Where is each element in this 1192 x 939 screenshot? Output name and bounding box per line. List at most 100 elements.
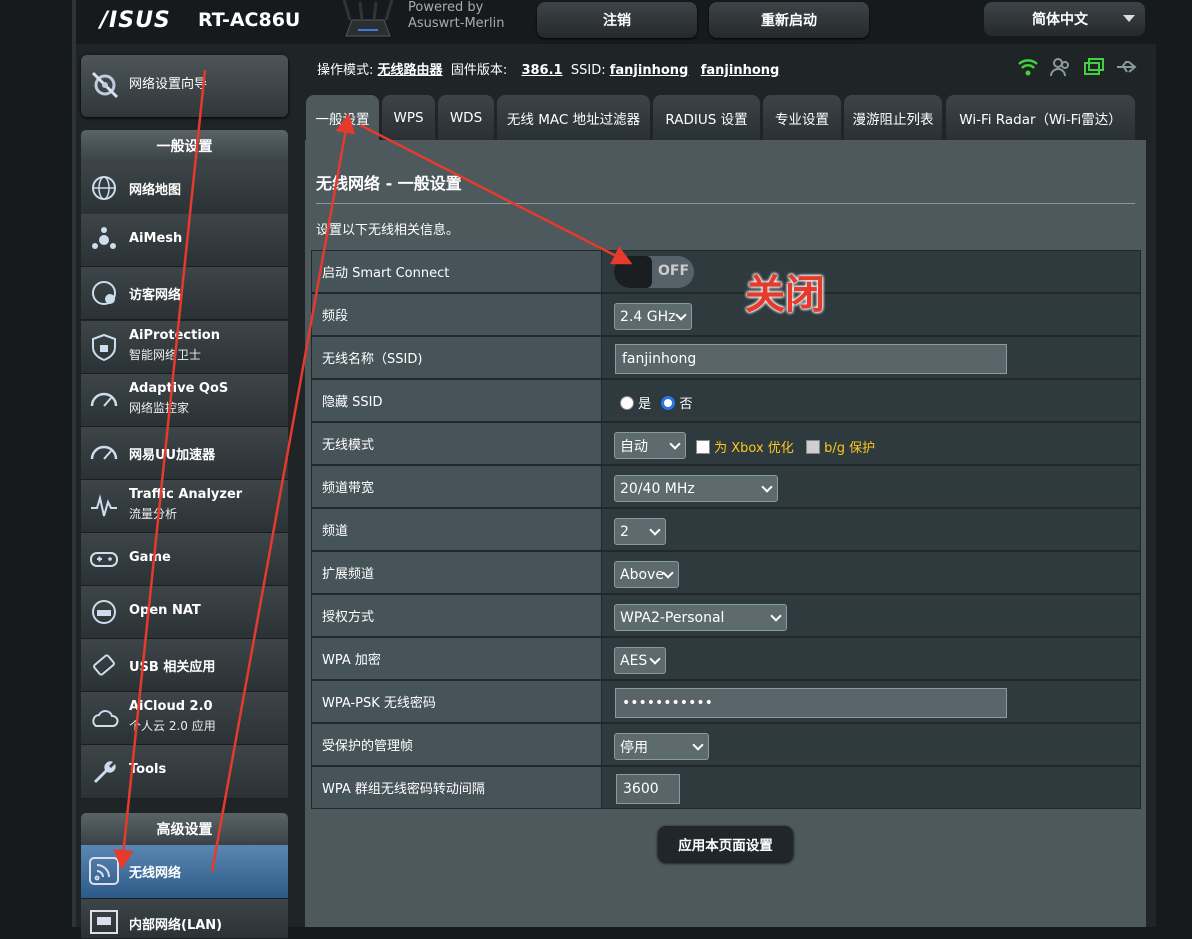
sidebar-item-label: 网络地图: [129, 183, 182, 198]
xbox-checkbox[interactable]: [696, 440, 710, 454]
ssid-link-1[interactable]: fanjinhong: [610, 63, 689, 78]
firmware-link[interactable]: 386.1: [521, 63, 562, 78]
tab-5[interactable]: 专业设置: [763, 95, 841, 140]
sidebar-item-uu[interactable]: 网易UU加速器: [81, 427, 288, 480]
wifi-status-icon[interactable]: [1017, 57, 1039, 77]
globe-map-icon: [92, 176, 116, 200]
sidebar-item-usb[interactable]: USB 相关应用: [81, 639, 288, 692]
right-border: [1156, 0, 1192, 927]
tab-3[interactable]: 无线 MAC 地址过滤器: [497, 95, 650, 140]
tab-1[interactable]: WPS: [382, 95, 435, 140]
sidebar-item-aicloud-2-0[interactable]: AiCloud 2.0 个人云 2.0 应用: [81, 692, 288, 745]
bg-label: b/g 保护: [824, 441, 876, 456]
band-label: 频段: [312, 294, 602, 335]
usb-icon: [93, 654, 115, 676]
chevron-down-icon: [649, 653, 661, 665]
title-divider: [316, 203, 1135, 204]
tab-0[interactable]: 一般设置: [306, 95, 379, 140]
annotation-label: 关闭: [745, 272, 825, 318]
sidebar-item-label: Tools: [129, 762, 167, 777]
wpa-enc-select[interactable]: AES: [614, 647, 666, 674]
xbox-label: 为 Xbox 优化: [714, 441, 794, 456]
bandwidth-select[interactable]: 20/40 MHz: [614, 475, 778, 502]
channel-value: 2: [620, 523, 629, 540]
chevron-down-icon: [662, 567, 674, 579]
op-mode-link[interactable]: 无线路由器: [378, 63, 443, 78]
sidebar-item-label: 内部网络(LAN): [129, 918, 223, 933]
language-select[interactable]: 简体中文: [984, 2, 1145, 36]
sidebar-item-open-nat[interactable]: Open NAT: [81, 586, 288, 639]
sidebar-item-adaptive-qos[interactable]: Adaptive QoS 网络监控家: [81, 374, 288, 427]
sidebar-item-label: AiMesh: [129, 231, 183, 246]
smart-connect-label: 启动 Smart Connect: [312, 251, 602, 292]
ext-channel-value: Above: [620, 566, 664, 583]
bg-protection-checkbox[interactable]: [805, 440, 820, 454]
sidebar-item-label: 无线网络: [129, 866, 182, 881]
sidebar-item-wireless[interactable]: 无线网络: [81, 845, 288, 899]
apply-button[interactable]: 应用本页面设置: [658, 826, 793, 862]
row-bandwidth: 频道带宽 20/40 MHz: [311, 465, 1141, 508]
smart-connect-toggle[interactable]: OFF: [614, 256, 694, 288]
row-smart-connect: 启动 Smart Connect OFF: [311, 250, 1141, 293]
sidebar-item-tools[interactable]: Tools: [81, 745, 288, 799]
sidebar-item-sublabel: 智能网络卫士: [129, 348, 202, 362]
psk-input[interactable]: •••••••••••: [615, 688, 1007, 718]
sidebar-item-aiprotection[interactable]: AiProtection 智能网络卫士: [81, 321, 288, 374]
sidebar-item-label: AiCloud 2.0: [129, 699, 213, 714]
sidebar-item-[interactable]: 网络地图: [81, 162, 288, 215]
sidebar-item-traffic-analyzer[interactable]: Traffic Analyzer 流量分析: [81, 480, 288, 533]
wpa-enc-label: WPA 加密: [312, 638, 602, 679]
wrench-icon: [94, 761, 116, 783]
row-auth: 授权方式 WPA2-Personal: [311, 594, 1141, 637]
sidebar-item-[interactable]: 访客网络: [81, 267, 288, 320]
qis-label: 网络设置向导: [129, 77, 208, 92]
sidebar-item-sublabel: 个人云 2.0 应用: [129, 719, 216, 733]
ext-channel-select[interactable]: Above: [614, 561, 679, 588]
hide-ssid-yes-radio[interactable]: [620, 396, 634, 410]
asus-logo: /ISUS: [100, 8, 171, 33]
merlin-label: Asuswrt-Merlin: [408, 16, 505, 31]
row-ssid: 无线名称（SSID) fanjinhong: [311, 336, 1141, 379]
chevron-down-icon: [770, 610, 782, 622]
sidebar-item-lan[interactable]: 内部网络(LAN): [81, 899, 288, 939]
auth-select[interactable]: WPA2-Personal: [614, 604, 787, 631]
chevron-down-icon: [761, 481, 773, 493]
row-band: 频段 2.4 GHz: [311, 293, 1141, 336]
chevron-down-icon: [649, 524, 661, 536]
tab-2[interactable]: WDS: [438, 95, 494, 140]
ssid-link-2[interactable]: fanjinhong: [701, 63, 780, 78]
rekey-input[interactable]: 3600: [616, 774, 680, 804]
network-status-icon[interactable]: [1083, 57, 1105, 77]
band-select[interactable]: 2.4 GHz: [614, 303, 692, 330]
bandwidth-label: 频道带宽: [312, 466, 602, 507]
ext-channel-label: 扩展频道: [312, 552, 602, 593]
language-value: 简体中文: [1032, 12, 1088, 28]
gamepad-icon: [90, 552, 118, 567]
tab-6[interactable]: 漫游阻止列表: [844, 95, 942, 140]
row-hide-ssid: 隐藏 SSID 是 否: [311, 379, 1141, 422]
top-bar: /ISUS RT-AC86U Powered by Asuswrt-Merlin…: [0, 0, 1192, 44]
tab-7[interactable]: Wi-Fi Radar（Wi-Fi雷达）: [946, 95, 1135, 140]
advanced-section-header: 高级设置: [81, 813, 288, 845]
tab-4[interactable]: RADIUS 设置: [653, 95, 760, 140]
speedometer-icon: [90, 392, 118, 407]
cloud-icon: [92, 710, 119, 727]
powered-by-text: Powered by Asuswrt-Merlin: [408, 0, 504, 32]
guest-network-icon: [92, 281, 116, 305]
reboot-button[interactable]: 重新启动: [709, 2, 869, 38]
pmf-select[interactable]: 停用: [614, 733, 709, 760]
logout-button[interactable]: 注销: [537, 2, 697, 38]
sidebar-item-label: 网易UU加速器: [129, 448, 216, 463]
ssid-input[interactable]: fanjinhong: [615, 344, 1007, 374]
sidebar-item-aimesh[interactable]: AiMesh: [81, 214, 288, 267]
channel-select[interactable]: 2: [614, 518, 666, 545]
clients-icon[interactable]: [1050, 57, 1072, 77]
sidebar-item-game[interactable]: Game: [81, 533, 288, 586]
toggle-state: OFF: [658, 263, 690, 279]
hide-ssid-no-radio[interactable]: [661, 396, 676, 410]
usb-status-icon[interactable]: [1115, 57, 1137, 77]
speedometer-icon: [90, 445, 118, 460]
general-section-header: 一般设置: [81, 130, 288, 162]
qis-wizard-button[interactable]: 网络设置向导: [81, 55, 288, 117]
wireless-mode-select[interactable]: 自动: [614, 432, 686, 459]
